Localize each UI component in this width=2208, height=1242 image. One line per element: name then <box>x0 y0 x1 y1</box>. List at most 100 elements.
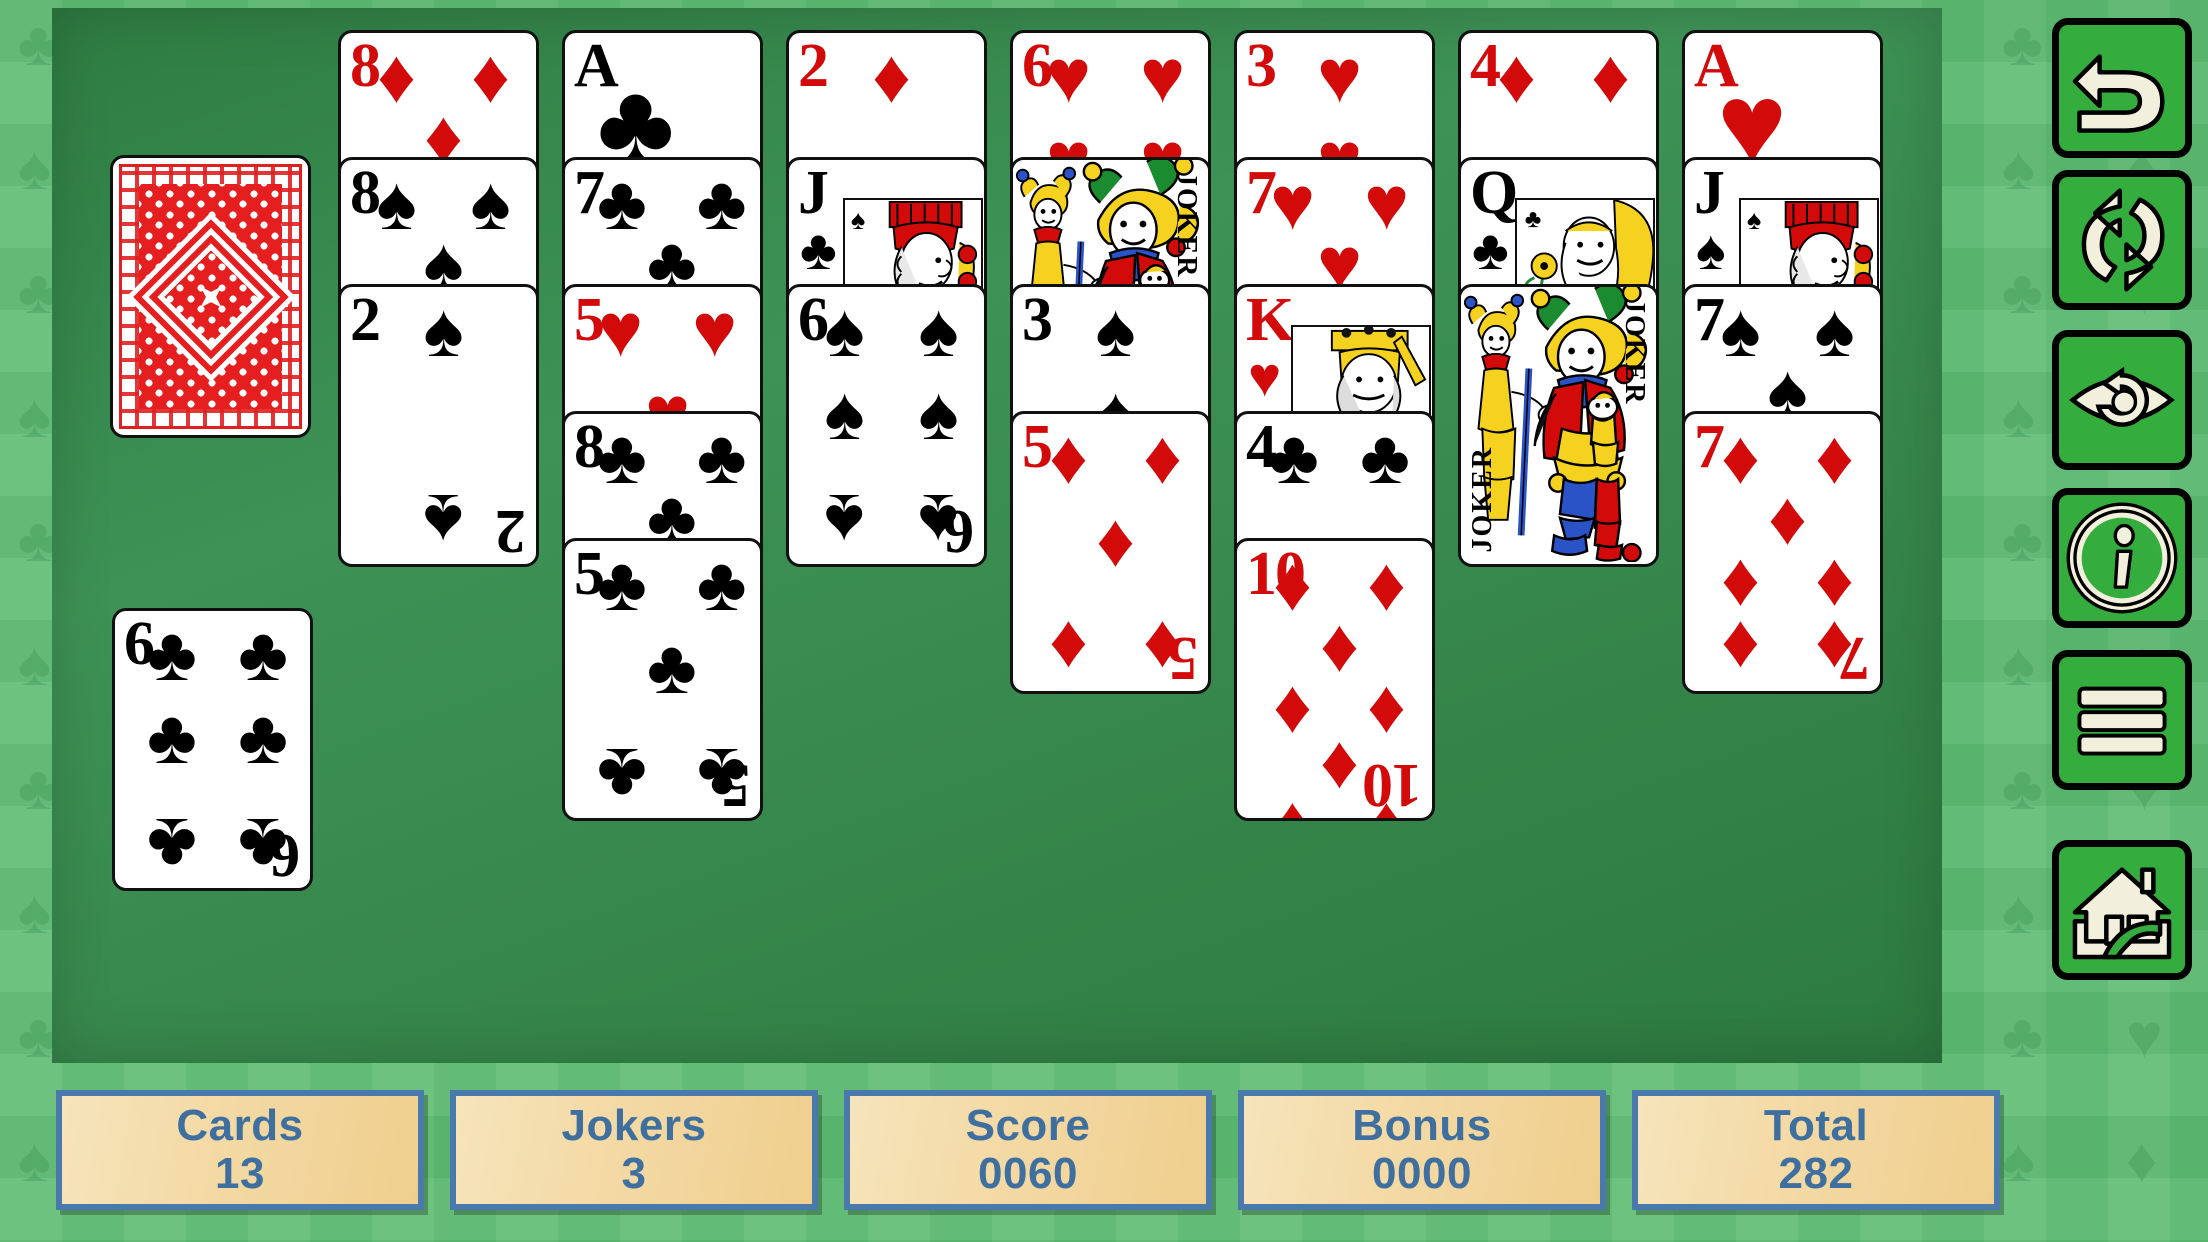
undo-button[interactable] <box>2052 18 2192 158</box>
tableau-card-c3-r3[interactable]: 6 ♠ ♠ ♠ ♠ ♠ ♠ 6 <box>786 284 987 567</box>
suit-pip-diamonds: ♦ <box>1096 498 1135 583</box>
background-suit-icon: ♣ <box>2002 258 2043 327</box>
card-rank-top-left: J <box>1694 159 1725 227</box>
suit-pip-hearts: ♥ <box>1316 34 1363 119</box>
suit-pip-diamonds: ♦ <box>1143 415 1182 500</box>
suit-pip-clubs: ♣ <box>1269 415 1319 500</box>
card-suit-top-left: ♣ <box>1472 218 1509 281</box>
suit-pip-hearts: ♥ <box>1363 161 1410 246</box>
suit-pip-diamonds: ♦ <box>1721 605 1760 690</box>
card-rank-bottom-right: 6 <box>945 497 974 565</box>
card-pips: ♣ ♣ ♣ ♣ ♣ ♣ <box>147 612 288 887</box>
hint-button[interactable] <box>2052 330 2192 470</box>
status-label: Total <box>1763 1100 1869 1150</box>
card-rank-bottom-right: 5 <box>721 751 750 819</box>
suit-pip-diamonds: ♦ <box>377 34 416 119</box>
status-label: Cards <box>176 1100 304 1150</box>
suit-pip-diamonds: ♦ <box>1367 663 1406 749</box>
suit-pip-spades: ♠ <box>470 161 511 246</box>
suit-pip-clubs: ♣ <box>238 695 288 780</box>
menu-button[interactable] <box>2052 650 2192 790</box>
card-pips: ♦ ♦ ♦ ♦ ♦ ♦ ♦ <box>1717 415 1858 690</box>
joker-label-bottom: JOKER <box>1467 445 1498 552</box>
tableau-card-c2-r5[interactable]: 5 ♣ ♣ ♣ ♣ ♣ 5 <box>562 538 763 821</box>
suit-pip-clubs: ♣ <box>597 161 647 246</box>
suit-pip-diamonds: ♦ <box>1049 415 1088 500</box>
background-suit-icon: ♠ <box>2002 878 2035 947</box>
suit-pip-diamonds: ♦ <box>1721 415 1760 500</box>
house-icon <box>2066 854 2178 966</box>
background-suit-icon: ♠ <box>18 630 51 699</box>
background-suit-icon: ♠ <box>2002 134 2035 203</box>
suit-pip-diamonds: ♦ <box>1591 34 1630 119</box>
stock-pile[interactable] <box>110 155 311 438</box>
suit-pip-clubs: ♣ <box>1360 415 1410 500</box>
suit-pip-clubs: ♣ <box>147 695 197 780</box>
suit-pip-clubs: ♣ <box>147 612 197 697</box>
refresh-cycle-icon <box>2066 184 2178 296</box>
status-value: 0060 <box>978 1149 1078 1198</box>
status-bar: Cards 13 Jokers 3 Score 0060 Bonus 0000 Total 282 <box>0 1064 2040 1242</box>
suit-pip-clubs: ♣ <box>147 802 197 887</box>
tableau-card-c5-r5[interactable]: 10♦♦♦♦♦♦♦♦♦♦10 <box>1234 538 1435 821</box>
card-suit-top-left: ♥ <box>1248 345 1282 408</box>
status-box-total: Total 282 <box>1632 1090 2000 1210</box>
card-rank-bottom-right: 10 <box>1364 751 1422 819</box>
suit-pip-spades: ♠ <box>824 478 865 563</box>
status-label: Score <box>965 1100 1091 1150</box>
tableau-card-c4-r4[interactable]: 5 ♦ ♦ ♦ ♦ ♦ 5 <box>1010 411 1211 694</box>
status-box-cards: Cards 13 <box>56 1090 424 1210</box>
restart-button[interactable] <box>2052 170 2192 310</box>
background-suit-icon: ♠ <box>2002 630 2035 699</box>
status-box-score: Score 0060 <box>844 1090 1212 1210</box>
svg-text:♠: ♠ <box>1747 204 1761 235</box>
waste-card[interactable]: 6 ♣ ♣ ♣ ♣ ♣ ♣ 6 <box>112 608 313 891</box>
suit-pip-diamonds: ♦ <box>872 34 911 119</box>
suit-pip-diamonds: ♦ <box>1273 663 1312 749</box>
suit-pip-diamonds: ♦ <box>1320 602 1359 688</box>
joker-label: JOKER <box>1619 299 1650 406</box>
suit-pip-hearts: ♥ <box>1269 161 1316 246</box>
suit-pip-diamonds: ♦ <box>1273 787 1312 818</box>
background-suit-icon: ♠ <box>18 382 51 451</box>
suit-pip-hearts: ♥ <box>597 288 644 373</box>
toolbar <box>2040 0 2208 1242</box>
svg-text:♣: ♣ <box>1525 205 1542 233</box>
suit-pip-hearts: ♥ <box>1045 34 1092 119</box>
suit-pip-diamonds: ♦ <box>1768 475 1807 561</box>
eye-icon <box>2066 344 2178 456</box>
tableau-card-c7-r4[interactable]: 7 ♦ ♦ ♦ ♦ ♦ ♦ ♦ 7 <box>1682 411 1883 694</box>
hamburger-menu-icon <box>2066 664 2178 776</box>
suit-pip-clubs: ♣ <box>597 542 647 627</box>
home-button[interactable] <box>2052 840 2192 980</box>
card-rank-bottom-right: 6 <box>271 821 300 889</box>
tableau-card-c1-r3[interactable]: 2 ♠ ♠ 2 <box>338 284 539 567</box>
suit-pip-clubs: ♣ <box>696 161 747 246</box>
card-rank-top-left: Q <box>1470 159 1518 227</box>
suit-pip-diamonds: ♦ <box>1273 542 1312 627</box>
joker-label: JOKER <box>1171 172 1202 279</box>
card-rank-top-left: J <box>798 159 829 227</box>
suit-pip-spades: ♠ <box>824 288 865 373</box>
card-rank-bottom-right: 5 <box>1169 624 1198 692</box>
info-button[interactable] <box>2052 488 2192 628</box>
suit-pip-diamonds: ♦ <box>1049 605 1088 690</box>
suit-pip-spades: ♠ <box>423 288 464 373</box>
suit-pip-diamonds: ♦ <box>1721 536 1760 622</box>
card-pips: ♦ ♦ ♦ ♦ ♦ <box>1045 415 1186 690</box>
suit-pip-spades: ♠ <box>423 478 464 563</box>
background-suit-icon: ♠ <box>18 134 51 203</box>
card-back-pattern <box>139 184 282 409</box>
suit-pip-spades: ♠ <box>918 371 959 456</box>
suit-pip-diamonds: ♦ <box>1320 726 1359 812</box>
suit-pip-clubs: ♣ <box>238 612 288 697</box>
suit-pip-spades: ♠ <box>1720 288 1761 373</box>
background-suit-icon: ♣ <box>2002 1002 2043 1071</box>
tableau-card-c6-r3[interactable]: JOKER JOKER <box>1458 284 1659 567</box>
background-suit-icon: ♠ <box>2002 382 2035 451</box>
suit-pip-diamonds: ♦ <box>1497 34 1536 119</box>
game-screen: ♣♥♠♦♣♥♠♦♣♥♠♦♣♥♠♦♣♥♠♠♦♣♣♥♠♠♦♣♣♥♠♠♦♣♣♥♠♠♦♣… <box>0 0 2208 1242</box>
suit-pip-spades: ♠ <box>1095 288 1136 373</box>
suit-pip-diamonds: ♦ <box>1367 542 1406 627</box>
background-suit-icon: ♣ <box>2002 506 2043 575</box>
